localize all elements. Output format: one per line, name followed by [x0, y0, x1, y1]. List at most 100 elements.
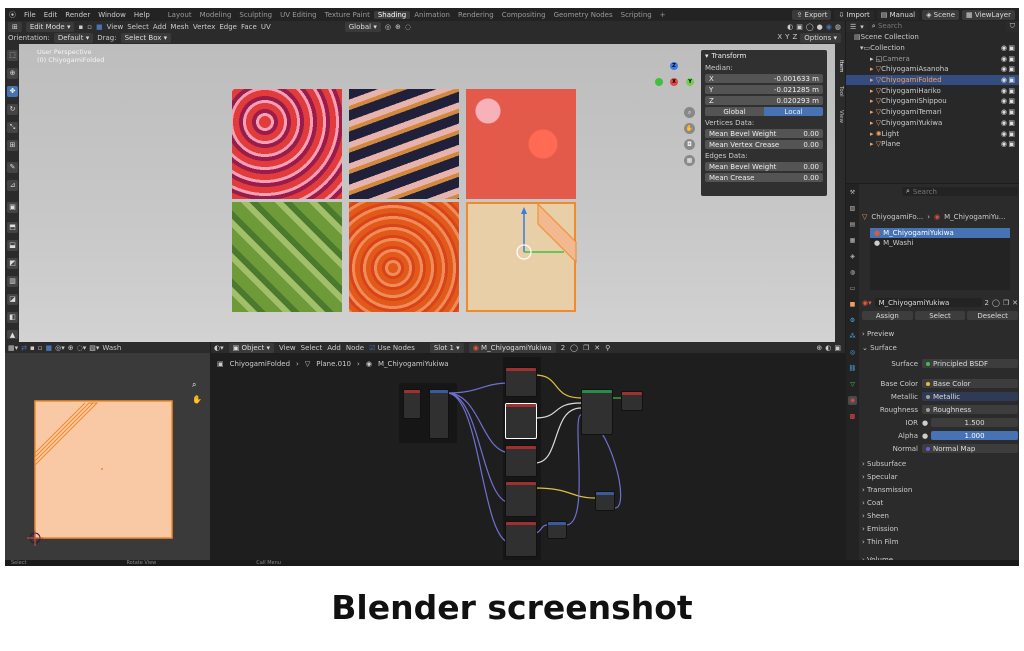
mirror-y-toggle[interactable]: Y	[785, 33, 789, 43]
render-camera-icon[interactable]: ▣	[1008, 97, 1015, 105]
view-layer-tab-icon[interactable]: ▦	[848, 236, 857, 245]
node-normal-map[interactable]	[547, 521, 567, 539]
shading-wireframe-icon[interactable]: ◯	[806, 23, 814, 31]
tab-shading[interactable]: Shading	[373, 10, 411, 19]
visibility-eye-icon[interactable]: ◉	[1001, 87, 1007, 95]
node-menu-node[interactable]: Node	[346, 344, 364, 352]
chiyogami-tile-hariko[interactable]	[349, 89, 459, 199]
subsurface-panel-header[interactable]: › Subsurface	[862, 458, 1018, 469]
mean-bevel-weight-field[interactable]: Mean Bevel Weight 0.00	[705, 128, 823, 139]
render-tab-icon[interactable]: ▧	[848, 204, 857, 213]
orientation-selector[interactable]: Default ▾	[53, 33, 94, 43]
select-mode-face-icon[interactable]: ■	[96, 23, 103, 31]
sidebar-tab-view[interactable]: View	[836, 110, 844, 123]
transform-tool-icon[interactable]: ⊞	[7, 140, 18, 151]
render-camera-icon[interactable]: ▣	[1008, 65, 1015, 73]
assign-button[interactable]: Assign	[862, 311, 913, 320]
xray-icon[interactable]: ▣	[796, 23, 803, 31]
chiyogami-tile-folded[interactable]	[466, 202, 577, 312]
measure-tool-icon[interactable]: ⊿	[7, 180, 18, 191]
outliner-row-collection[interactable]: ▾ ▭ Collection ◉ ▣	[846, 43, 1019, 54]
manual-button[interactable]: ▤ Manual	[876, 9, 920, 20]
visibility-eye-icon[interactable]: ◉	[1001, 130, 1007, 138]
menu-window[interactable]: Window	[94, 11, 130, 19]
slot-selector[interactable]: Slot 1 ▾	[429, 342, 464, 353]
duplicate-material-icon[interactable]: ❐	[1003, 299, 1009, 307]
render-camera-icon[interactable]: ▣	[1008, 108, 1015, 116]
node-image-texture-3[interactable]	[505, 445, 537, 477]
outliner-editor-icon[interactable]: ☰	[850, 23, 856, 31]
physics-tab-icon[interactable]: ◎	[848, 348, 857, 357]
outliner-row-chiyogami-temari[interactable]: ▸ ▽ ChiyogamiTemari ◉ ▣	[846, 107, 1019, 118]
tab-scripting[interactable]: Scripting	[617, 11, 656, 19]
menu-view[interactable]: View	[107, 23, 124, 31]
node-principled-bsdf[interactable]	[581, 389, 613, 435]
coat-panel-header[interactable]: › Coat	[862, 497, 1018, 508]
blender-logo-icon[interactable]: ⦿	[5, 10, 20, 20]
snap-icon[interactable]: ⊕	[395, 23, 401, 31]
properties-search-input[interactable]: ⌕ Search	[902, 187, 1018, 196]
median-y-field[interactable]: Y -0.021285 m	[705, 84, 823, 95]
normal-field[interactable]: Normal Map	[922, 444, 1018, 453]
filter-icon[interactable]: ▾	[860, 23, 864, 31]
node-material-selector[interactable]: ◉ M_ChiyogamiYukiwa	[468, 342, 556, 353]
node-snap-icon[interactable]: ⊕	[816, 344, 822, 352]
render-camera-icon[interactable]: ▣	[1008, 87, 1015, 95]
uv-editor-canvas[interactable]: ⌕ ✋	[5, 353, 210, 560]
output-tab-icon[interactable]: ▤	[848, 220, 857, 229]
tab-geometry-nodes[interactable]: Geometry Nodes	[550, 11, 617, 19]
add-workspace-button[interactable]: +	[656, 11, 670, 19]
tab-texture-paint[interactable]: Texture Paint	[321, 11, 374, 19]
uv-snap-icon[interactable]: ⊕	[68, 344, 74, 352]
node-duplicate-icon[interactable]: ❐	[583, 344, 589, 352]
visibility-eye-icon[interactable]: ◉	[1001, 55, 1007, 63]
outliner-row-light[interactable]: ▸ ✺ Light ◉ ▣	[846, 128, 1019, 139]
editor-type-icon[interactable]: ⊞	[8, 21, 22, 32]
menu-uv[interactable]: UV	[261, 23, 271, 31]
uv-zoom-icon[interactable]: ⌕	[192, 380, 196, 390]
menu-edge[interactable]: Edge	[219, 23, 237, 31]
outliner-row-chiyogami-asanoha[interactable]: ▸ ▽ ChiyogamiAsanoha ◉ ▣	[846, 64, 1019, 75]
inset-tool-icon[interactable]: ⬓	[7, 240, 18, 251]
uv-select-edge-icon[interactable]: ▫	[38, 344, 43, 352]
menu-render[interactable]: Render	[61, 11, 94, 19]
node-image-texture-4[interactable]	[505, 481, 537, 517]
render-camera-icon[interactable]: ▣	[1008, 119, 1015, 127]
select-button[interactable]: Select	[914, 311, 966, 320]
node-fake-user-icon[interactable]: ◯	[570, 344, 578, 352]
outliner-search-input[interactable]: ⌕ Search	[867, 21, 1006, 32]
outliner-row-chiyogami-yukiwa[interactable]: ▸ ▽ ChiyogamiYukiwa ◉ ▣	[846, 118, 1019, 129]
mean-crease-field[interactable]: Mean Crease 0.00	[705, 172, 823, 183]
transmission-panel-header[interactable]: › Transmission	[862, 484, 1018, 495]
object-tab-icon[interactable]: ■	[848, 300, 857, 309]
node-material-output[interactable]	[621, 391, 643, 411]
render-camera-icon[interactable]: ▣	[1008, 76, 1015, 84]
drag-selector[interactable]: Select Box ▾	[120, 33, 172, 43]
particles-tab-icon[interactable]: ⁂	[848, 332, 857, 341]
tab-sculpting[interactable]: Sculpting	[235, 11, 276, 19]
texture-tab-icon[interactable]: ▩	[848, 412, 857, 421]
export-button[interactable]: ⇪ Export	[792, 9, 832, 20]
node-menu-select[interactable]: Select	[301, 344, 323, 352]
material-slot-washi[interactable]: ● M_Washi	[870, 238, 1010, 248]
menu-add[interactable]: Add	[153, 23, 167, 31]
chiyogami-tile-yukiwa[interactable]	[349, 202, 459, 312]
base-color-field[interactable]: Base Color	[922, 379, 1018, 388]
sheen-panel-header[interactable]: › Sheen	[862, 510, 1018, 521]
modifier-tab-icon[interactable]: ⚙	[848, 316, 857, 325]
zoom-view-icon[interactable]: ⌕	[684, 107, 695, 118]
ior-field[interactable]: 1.500	[931, 418, 1018, 427]
chiyogami-tile-asanoha[interactable]	[232, 89, 342, 199]
scene-tab-icon[interactable]: ◈	[848, 252, 857, 261]
surface-panel-header[interactable]: ⌄ Surface	[862, 342, 1018, 353]
tab-layout[interactable]: Layout	[164, 11, 196, 19]
visibility-eye-icon[interactable]: ◉	[1001, 76, 1007, 84]
uv-proportional-icon[interactable]: ◌▾	[77, 344, 87, 352]
global-toggle[interactable]: Global	[705, 107, 764, 116]
node-pin-icon[interactable]: ⚲	[605, 344, 610, 352]
uv-pivot-icon[interactable]: ◎▾	[55, 344, 65, 352]
local-toggle[interactable]: Local	[764, 107, 823, 116]
uv-select-face-icon[interactable]: ■	[46, 344, 53, 352]
menu-face[interactable]: Face	[241, 23, 257, 31]
uv-select-vertex-icon[interactable]: ▪	[30, 344, 35, 352]
